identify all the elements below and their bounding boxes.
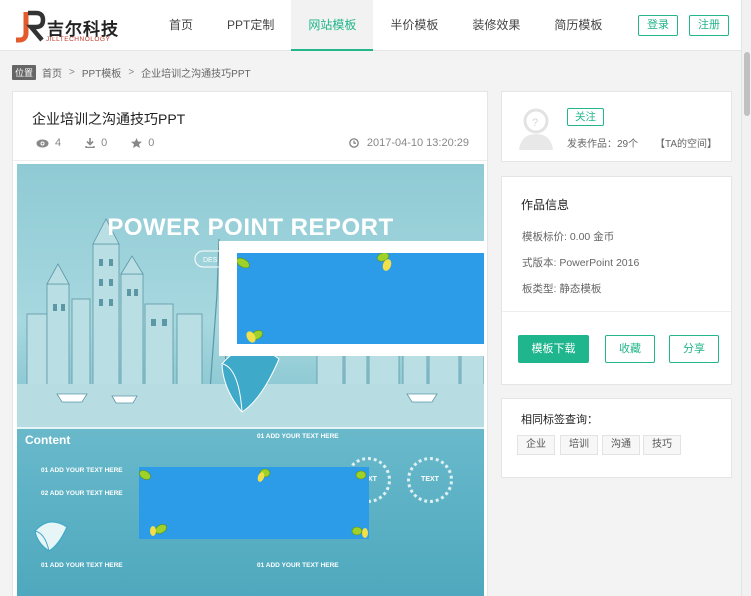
svg-text:?: ? [532,117,538,129]
title-divider [13,160,487,161]
info-divider [502,311,731,312]
share-button[interactable]: 分享 [669,335,719,363]
avatar[interactable]: ? [517,106,555,150]
text-circle: TEXT [407,457,453,503]
add-text-label: 01 ADD YOUR TEXT HERE [257,562,339,569]
follow-button[interactable]: 关注 [567,108,604,126]
main-nav: 首页 PPT定制 网站模板 半价模板 装修效果 简历模板 [152,0,619,51]
stats-row: 4 0 0 [36,137,178,149]
template-detail-card: 企业培训之沟通技巧PPT 4 0 0 2017-04-10 13:20:29 D… [12,91,488,596]
breadcrumb: 位置 首页 > PPT模板 > 企业培训之沟通技巧PPT [12,64,251,80]
favorite-button[interactable]: 收藏 [605,335,655,363]
price-row: 模板标价: 0.00 金币 [522,231,615,243]
overlay-ad-banner[interactable] [139,467,369,539]
breadcrumb-ppt-templates[interactable]: PPT模板 [82,65,121,80]
nav-ppt-custom[interactable]: PPT定制 [210,0,291,51]
site-header: 吉尔科技 JILLTECHNOLOGY 首页 PPT定制 网站模板 半价模板 装… [0,0,751,51]
nav-resume[interactable]: 简历模板 [537,0,619,51]
site-logo[interactable]: 吉尔科技 JILLTECHNOLOGY [12,9,122,45]
overlay-ad-banner[interactable] [236,252,484,344]
scrollbar-thumb[interactable] [744,52,750,116]
like-count: 0 [131,137,154,149]
view-count-value: 4 [55,137,62,149]
leaf-decoration [236,252,392,343]
template-preview-image: DES POWER POINT REPORT Content 01 ADD YO… [17,164,484,596]
work-info-card: 作品信息 模板标价: 0.00 金币 式版本: PowerPoint 2016 … [501,176,732,385]
slide-title: POWER POINT REPORT [107,214,394,241]
breadcrumb-home[interactable]: 首页 [42,65,62,80]
umbrella-icon [34,521,68,552]
leaf-decoration [139,468,368,538]
download-button[interactable]: 模板下载 [518,335,589,363]
add-text-label: 01 ADD YOUR TEXT HERE [41,562,123,569]
nav-website-templates[interactable]: 网站模板 [291,0,374,51]
star-icon [131,138,143,148]
slide-separator [17,427,484,429]
publish-date: 2017-04-10 13:20:29 [349,137,469,149]
version-row: 式版本: PowerPoint 2016 [522,257,640,269]
add-text-label: 01 ADD YOUR TEXT HERE [257,433,339,440]
add-text-label: 01 ADD YOUR TEXT HERE [41,467,123,474]
add-text-label: 02 ADD YOUR TEXT HERE [41,490,123,497]
nav-half-price[interactable]: 半价模板 [373,0,455,51]
clock-icon [349,138,359,148]
type-row: 板类型: 静态模板 [522,283,602,295]
tag-enterprise[interactable]: 企业 [517,435,555,455]
content-heading: Content [25,433,71,447]
author-space-link[interactable]: 【TA的空间】 [655,135,717,150]
breadcrumb-separator: > [128,66,135,78]
logo-subtitle: JILLTECHNOLOGY [46,36,111,43]
like-count-value: 0 [148,137,155,149]
page-scrollbar[interactable] [741,0,751,596]
eye-icon [36,139,49,147]
nav-home[interactable]: 首页 [152,0,210,51]
register-button[interactable]: 注册 [689,15,729,36]
works-count: 发表作品：29个 [567,139,639,150]
breadcrumb-current: 企业培训之沟通技巧PPT [141,68,251,80]
view-count: 4 [36,137,61,149]
publish-date-value: 2017-04-10 13:20:29 [366,137,469,149]
tag-skills[interactable]: 技巧 [643,435,681,455]
location-tag: 位置 [12,64,37,80]
page-title: 企业培训之沟通技巧PPT [32,111,186,127]
tag-communication[interactable]: 沟通 [602,435,640,455]
work-info-title: 作品信息 [521,198,570,212]
related-tags-title: 相同标签查询： [521,414,598,426]
author-card: ? 关注 发表作品：29个 【TA的空间】 [501,91,732,162]
design-label: DES [203,257,218,264]
nav-decoration[interactable]: 装修效果 [455,0,537,51]
download-count-value: 0 [101,137,108,149]
logo-mark-icon [16,10,46,43]
tag-training[interactable]: 培训 [560,435,598,455]
related-tags-card: 相同标签查询： 企业 培训 沟通 技巧 [501,398,732,478]
download-count: 0 [85,137,107,149]
login-button[interactable]: 登录 [638,15,678,36]
breadcrumb-separator: > [69,66,75,78]
download-icon [85,138,95,148]
